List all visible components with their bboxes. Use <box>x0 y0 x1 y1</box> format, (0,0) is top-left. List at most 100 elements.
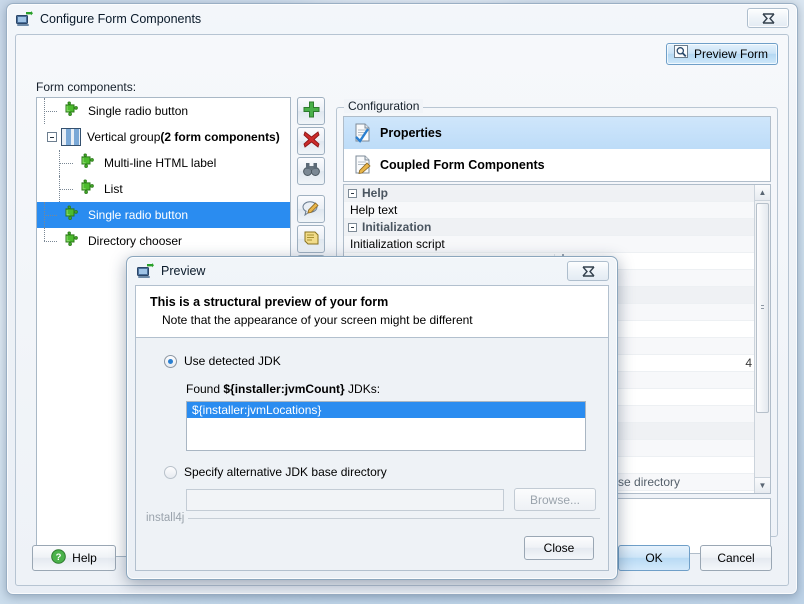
window-title: Configure Form Components <box>40 12 202 26</box>
configuration-group-label: Configuration <box>344 99 424 113</box>
property-row[interactable]: Initialization script <box>344 236 770 253</box>
tree-item[interactable]: Multi-line HTML label <box>37 150 290 176</box>
jdk-list-item[interactable]: ${installer:jvmLocations} <box>187 402 585 418</box>
radio-button-icon[interactable] <box>164 354 177 368</box>
browse-label: Browse... <box>529 492 580 507</box>
radio-use-detected-jdk-label: Use detected JDK <box>184 354 281 368</box>
tree-connector <box>44 215 57 216</box>
tree-expander-icon[interactable] <box>47 132 57 142</box>
property-row[interactable]: Help text <box>344 202 770 219</box>
radio-button-icon[interactable] <box>164 465 177 479</box>
found-jdks-line: Found ${installer:jvmCount} JDKs: <box>186 382 608 396</box>
jdk-list[interactable]: ${installer:jvmLocations} <box>186 401 586 451</box>
tree-connector <box>44 228 45 241</box>
jdk-path-row: Browse... <box>186 488 608 511</box>
tree-item-label: Multi-line HTML label <box>104 156 217 170</box>
puzzle-icon <box>77 179 99 199</box>
card-coupled-form-components[interactable]: Coupled Form Components <box>344 149 770 181</box>
property-grid-scrollbar[interactable]: ▲ ▼ <box>754 185 770 493</box>
remove-button[interactable] <box>297 127 325 155</box>
property-category-label: Help <box>362 186 389 200</box>
yellow-notepad-icon <box>303 230 320 249</box>
property-category-row[interactable]: Initialization <box>344 219 770 236</box>
found-suffix: JDKs: <box>344 382 381 396</box>
tree-connector <box>59 189 73 190</box>
jdk-path-input[interactable] <box>186 488 504 511</box>
tree-item[interactable]: Single radio button <box>37 98 290 124</box>
scroll-thumb[interactable] <box>756 203 769 413</box>
preview-dialog-body: This is a structural preview of your for… <box>135 285 609 571</box>
tree-connector <box>59 176 60 202</box>
radio-specify-alternative-label: Specify alternative JDK base directory <box>184 465 387 479</box>
preview-subheading: Note that the appearance of your screen … <box>162 313 473 327</box>
vertical-group-icon <box>61 128 81 146</box>
collapse-icon[interactable] <box>348 222 357 232</box>
help-button[interactable]: ? Help <box>32 545 116 571</box>
app-window-icon <box>137 263 154 279</box>
cancel-button[interactable]: Cancel <box>700 545 772 571</box>
tree-item-label: Directory chooser <box>88 234 183 248</box>
brand-separator: install4j <box>146 512 600 524</box>
find-button[interactable] <box>297 157 325 185</box>
puzzle-icon <box>61 205 83 225</box>
preview-dialog: Preview This is a structural preview of … <box>126 256 618 580</box>
preview-dialog-close-button[interactable] <box>567 261 609 281</box>
preview-dialog-titlebar: Preview <box>127 257 617 285</box>
scroll-down-arrow[interactable]: ▼ <box>755 477 770 493</box>
green-plus-icon <box>303 101 320 121</box>
property-category-row[interactable]: Help <box>344 185 770 202</box>
notes-button[interactable] <box>297 225 325 253</box>
speech-pencil-icon <box>302 200 320 219</box>
cancel-label: Cancel <box>717 551 755 565</box>
tree-item[interactable]: Vertical group (2 form components) <box>37 124 290 150</box>
app-window-icon <box>16 11 33 27</box>
tree-item[interactable]: List <box>37 176 290 202</box>
close-button-label: Close <box>543 541 575 555</box>
close-icon <box>761 12 775 24</box>
radio-use-detected-jdk[interactable]: Use detected JDK <box>164 354 608 368</box>
ok-button[interactable]: OK <box>618 545 690 571</box>
tree-connector <box>59 150 60 176</box>
card-label: Properties <box>380 126 442 140</box>
tree-item-count: (2 form components) <box>160 130 280 144</box>
magnifier-icon <box>673 45 689 63</box>
add-button[interactable] <box>297 97 325 125</box>
preview-form-label: Preview Form <box>693 47 768 61</box>
card-label: Coupled Form Components <box>380 158 545 172</box>
tree-connector <box>59 163 73 164</box>
help-label: Help <box>72 551 97 565</box>
tree-item-label: Single radio button <box>88 208 189 222</box>
tree-connector <box>44 202 45 228</box>
brand-label: install4j <box>146 512 185 524</box>
edit-comment-button[interactable] <box>297 195 325 223</box>
property-category-label: Initialization <box>362 220 432 234</box>
browse-button[interactable]: Browse... <box>514 488 596 511</box>
window-close-button[interactable] <box>747 8 789 28</box>
scroll-up-arrow[interactable]: ▲ <box>755 185 770 201</box>
found-variable: ${installer:jvmCount} <box>223 382 345 396</box>
puzzle-icon <box>61 101 83 121</box>
tree-item[interactable]: Directory chooser <box>37 228 290 254</box>
card-properties[interactable]: Properties <box>344 117 770 149</box>
document-pencil-icon <box>354 155 372 175</box>
collapse-icon[interactable] <box>348 188 357 198</box>
close-icon <box>581 265 595 277</box>
tree-item[interactable]: Single radio button <box>37 202 290 228</box>
found-prefix: Found <box>186 382 224 396</box>
ok-label: OK <box>645 551 663 565</box>
divider <box>188 517 600 519</box>
preview-header: This is a structural preview of your for… <box>136 286 608 338</box>
tree-connector <box>44 241 57 242</box>
configuration-card-list[interactable]: Properties Coupled Form Components <box>343 116 771 182</box>
document-check-icon <box>354 123 372 143</box>
tree-connector <box>44 111 57 112</box>
preview-form-button[interactable]: Preview Form <box>665 43 778 65</box>
tree-item-label: Single radio button <box>88 104 189 118</box>
tree-item-label: Vertical group <box>87 130 161 144</box>
property-name: Initialization <box>344 220 554 234</box>
puzzle-icon <box>77 153 99 173</box>
radio-specify-alternative-jdk[interactable]: Specify alternative JDK base directory <box>164 465 608 479</box>
preview-close-button[interactable]: Close <box>524 536 594 560</box>
property-name: Help text <box>350 203 398 217</box>
puzzle-icon <box>61 231 83 251</box>
